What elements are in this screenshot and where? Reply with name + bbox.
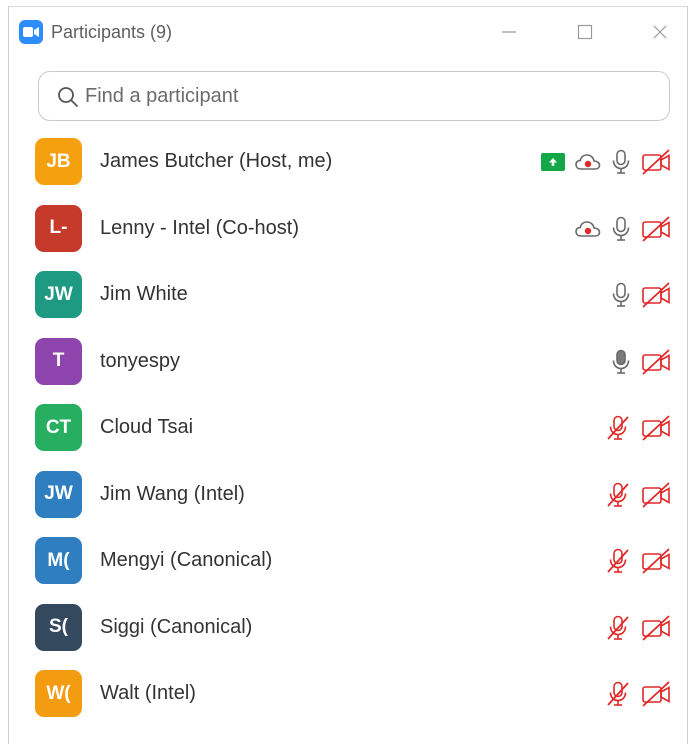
participant-name: Mengyi (Canonical) [100,549,273,571]
participant-status-icons [575,214,671,244]
avatar: W( [35,670,82,717]
video-off-icon[interactable] [641,149,671,175]
mic-muted-icon[interactable] [605,482,631,508]
avatar: JB [35,138,82,185]
participant-name: Jim Wang (Intel) [100,482,245,505]
participant-name: tonyespy [100,349,181,372]
microphone-icon[interactable] [611,282,631,308]
microphone-icon[interactable] [611,216,631,242]
mic-muted-icon[interactable] [605,415,631,441]
participant-row[interactable]: M( Mengyi (Canonical) [9,528,687,595]
participants-window: Participants (9) JB James Butcher (Host, … [8,6,688,744]
window-title: Participants (9) [51,22,173,42]
participant-status-icons [541,147,671,177]
avatar: L- [35,204,82,252]
video-off-icon[interactable] [641,348,671,375]
participant-status-icons [611,280,671,310]
mic-muted-icon[interactable] [605,615,631,641]
microphone-icon[interactable] [611,149,631,175]
participant-row[interactable]: L- Lenny - Intel (Co-host) [9,196,687,263]
participant-status-icons [605,613,671,643]
avatar: S( [35,603,82,651]
participant-status-icons [605,480,671,510]
video-off-icon[interactable] [641,614,671,641]
avatar: JW [35,271,82,318]
participant-name: Walt (Intel) [100,682,196,704]
search-input[interactable] [83,80,647,112]
video-off-icon[interactable] [641,548,671,574]
minimize-icon[interactable] [497,20,521,44]
participant-row[interactable]: CT Cloud Tsai [9,395,687,462]
share-screen-icon [541,153,565,171]
maximize-icon[interactable] [573,20,597,44]
close-icon[interactable] [648,20,672,44]
participant-status-icons [605,546,671,576]
search-icon [57,86,79,113]
participant-status-icons [605,679,671,709]
participant-name: Siggi (Canonical) [100,615,253,638]
video-off-icon[interactable] [641,282,671,308]
mic-muted-icon[interactable] [605,681,631,707]
participant-row[interactable]: S( Siggi (Canonical) [9,595,687,662]
participant-status-icons [605,413,671,443]
video-off-icon[interactable] [641,215,671,242]
participant-row[interactable]: JB James Butcher (Host, me) [9,129,687,196]
participant-name: Lenny - Intel (Co-host) [100,216,299,239]
title-bar: Participants (9) [9,7,687,51]
mic-speaking-icon[interactable] [611,349,631,375]
mic-muted-icon[interactable] [605,548,631,574]
search-box[interactable] [38,71,670,121]
participant-row[interactable]: W( Walt (Intel) [9,661,687,728]
participant-name: James Butcher (Host, me) [100,150,333,172]
participant-status-icons [611,347,671,377]
participant-list: JB James Butcher (Host, me) L- Lenny - Inte… [9,129,687,728]
video-off-icon[interactable] [641,415,671,441]
participant-name: Cloud Tsai [100,416,194,438]
cloud-recording-icon [575,219,601,239]
participant-name: Jim White [100,283,188,305]
cloud-recording-icon [575,152,601,172]
avatar: M( [35,537,82,584]
avatar: T [35,337,82,385]
video-off-icon[interactable] [641,481,671,508]
video-off-icon[interactable] [641,681,671,707]
avatar: CT [35,404,82,451]
participant-row[interactable]: JW Jim Wang (Intel) [9,462,687,529]
participant-row[interactable]: Ttonyespy [9,329,687,396]
participant-row[interactable]: JW Jim White [9,262,687,329]
avatar: JW [35,470,82,518]
zoom-logo-icon [19,20,43,44]
